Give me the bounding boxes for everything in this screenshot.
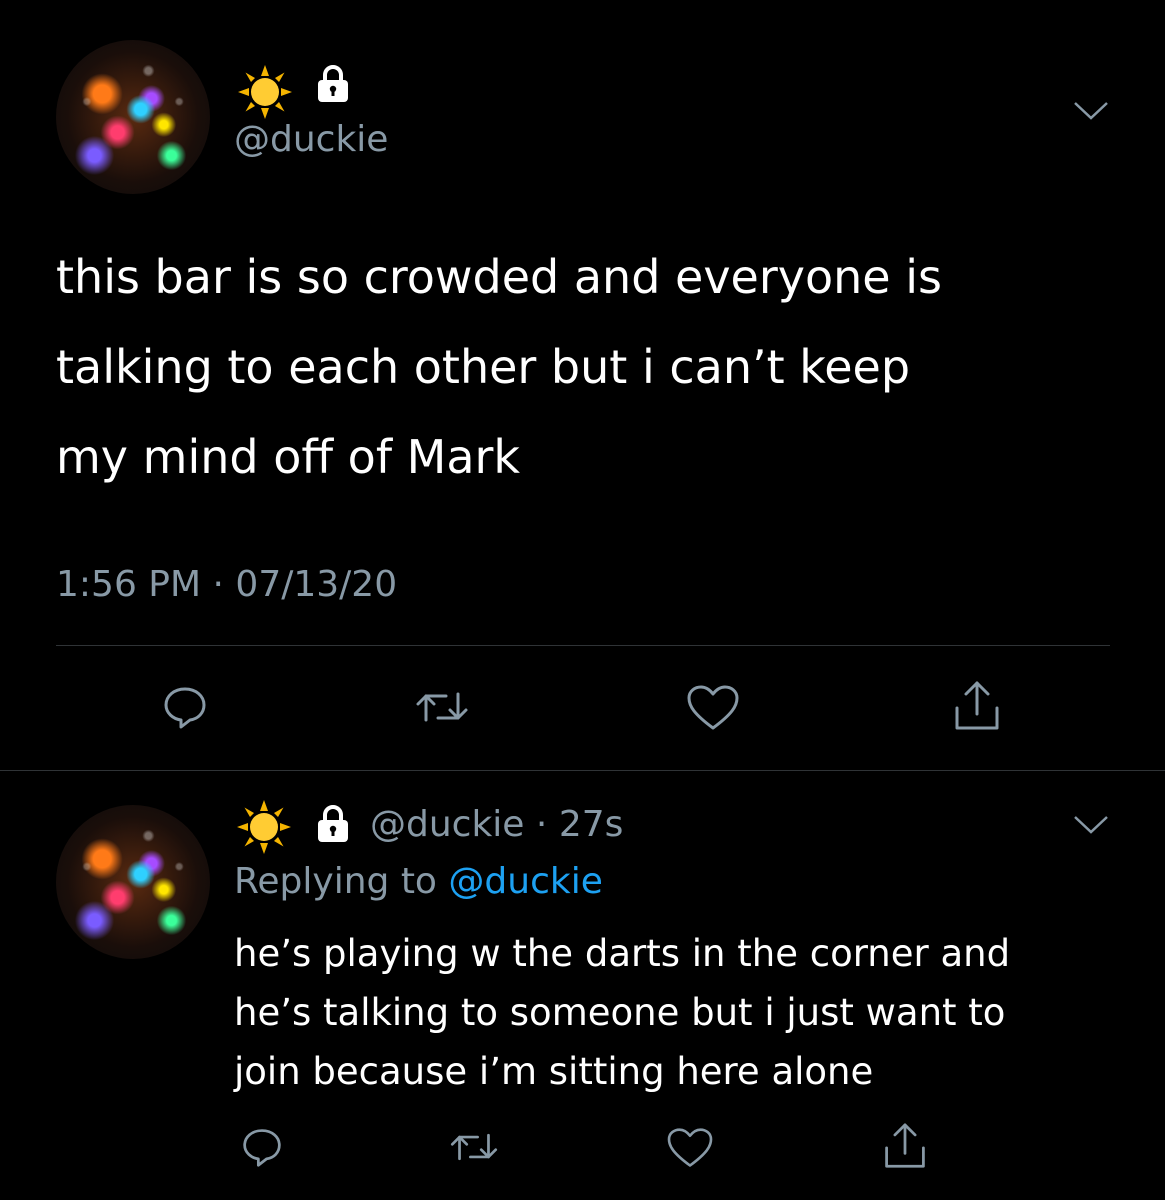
tweet-text-line: talking to each other but i can’t keep <box>56 340 911 394</box>
chevron-down-icon[interactable] <box>1072 100 1110 122</box>
username[interactable]: @duckie <box>370 804 524 845</box>
tweet-date: 07/13/20 <box>235 564 398 605</box>
reply-text-line: join because i’m sitting here alone <box>234 1050 874 1093</box>
tweet-text-line: my mind off of Mark <box>56 430 521 484</box>
reply-icon[interactable] <box>241 1126 283 1168</box>
retweet-icon[interactable] <box>448 1128 500 1166</box>
timestamp-separator: · <box>212 564 224 605</box>
replying-to-label: Replying to <box>234 861 437 902</box>
sun-emoji <box>237 800 291 854</box>
reply-text: he’s playing w the darts in the corner a… <box>234 924 1114 1101</box>
share-icon[interactable] <box>952 680 1002 732</box>
avatar[interactable] <box>56 40 210 194</box>
tweet-text: this bar is so crowded and everyone is t… <box>56 232 1136 502</box>
sun-emoji <box>238 65 292 119</box>
avatar[interactable] <box>56 805 210 959</box>
lock-icon <box>318 65 348 102</box>
share-icon[interactable] <box>882 1122 928 1170</box>
reply-text-line: he’s talking to someone but i just want … <box>234 991 1006 1034</box>
meta-separator: · <box>535 804 548 845</box>
reply-meta: @duckie · 27s <box>370 807 623 843</box>
chevron-down-icon[interactable] <box>1072 814 1110 836</box>
reply-text-line: he’s playing w the darts in the corner a… <box>234 932 1011 975</box>
reply-icon[interactable] <box>162 684 208 730</box>
tweet-timestamp[interactable]: 1:56 PM · 07/13/20 <box>56 567 397 603</box>
lock-icon <box>318 805 348 842</box>
divider <box>0 770 1165 771</box>
tweet-text-line: this bar is so crowded and everyone is <box>56 250 942 304</box>
replying-to-line: Replying to @duckie <box>234 864 603 900</box>
reply-age[interactable]: 27s <box>559 804 624 845</box>
retweet-icon[interactable] <box>414 686 470 728</box>
like-icon[interactable] <box>666 1127 714 1169</box>
like-icon[interactable] <box>686 684 740 732</box>
mention-link[interactable]: @duckie <box>448 861 602 902</box>
username[interactable]: @duckie <box>234 122 388 158</box>
divider <box>56 645 1110 646</box>
tweet-time: 1:56 PM <box>56 564 202 605</box>
